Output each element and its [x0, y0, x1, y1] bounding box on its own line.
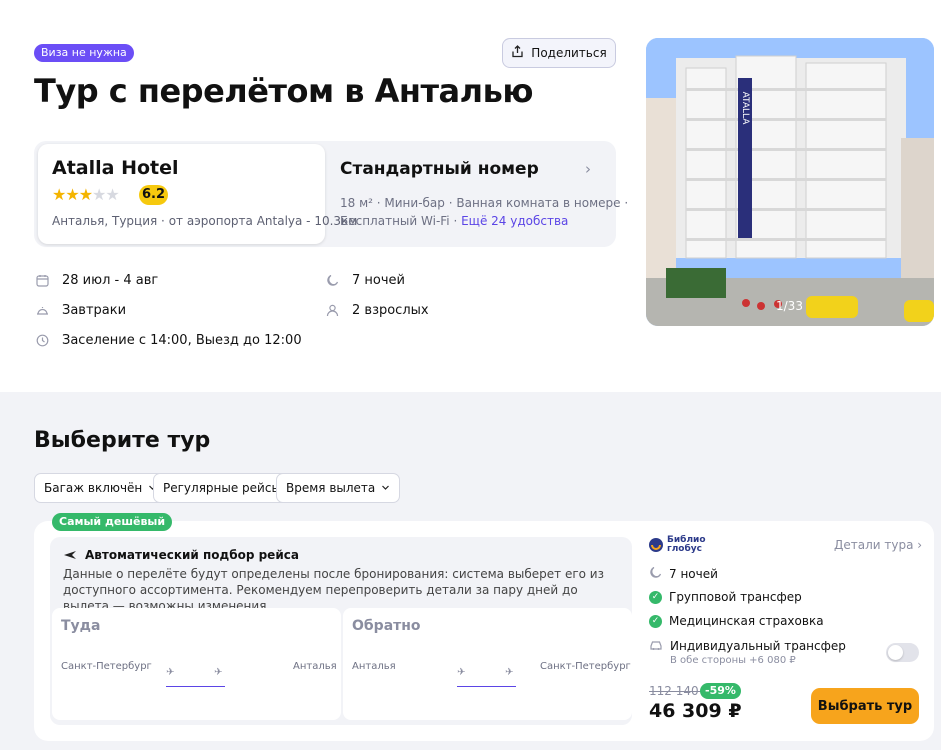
discount-badge: -59%	[700, 683, 741, 699]
leg-back-line	[457, 686, 516, 687]
landing-icon: ✈	[505, 667, 514, 678]
star-icon: ★	[78, 185, 93, 204]
auto-flight-description: Данные о перелёте будут определены после…	[63, 567, 604, 613]
room-amenities-2: Бесплатный Wi-Fi · Ещё 24 удобства	[340, 214, 569, 228]
leg-out-line	[166, 686, 225, 687]
share-label: Поделиться	[531, 46, 607, 60]
operator-name: Библио глобус	[667, 535, 706, 554]
room-amenities: 18 м² · Мини-бар · Ванная комната в номе…	[340, 196, 629, 210]
price: 46 309 ₽	[649, 700, 742, 722]
moon-icon	[324, 272, 340, 288]
person-icon	[324, 302, 340, 318]
more-amenities-link[interactable]: Ещё 24 удобства	[461, 214, 568, 228]
chevron-right-icon[interactable]: ›	[585, 160, 591, 178]
rating-badge: 6.2	[139, 185, 168, 205]
landing-icon: ✈	[214, 667, 223, 678]
leg-out-to: Анталья	[293, 661, 337, 672]
star-icon: ★	[65, 185, 79, 204]
filter-regular-flights[interactable]: Регулярные рейсы	[153, 473, 291, 503]
leg-back-from: Анталья	[352, 661, 396, 672]
hotel-stars: ★★★★★	[52, 185, 120, 204]
check-icon: ✓	[649, 614, 662, 628]
leg-out-from: Санкт-Петербург	[61, 661, 152, 672]
clock-icon	[34, 332, 50, 348]
section-title: Выберите тур	[34, 428, 211, 453]
tour-details-link[interactable]: Детали тура ›	[834, 538, 922, 552]
operator-logo-icon	[648, 537, 664, 557]
photo-counter: 1/33	[776, 299, 803, 313]
individual-transfer-toggle[interactable]	[886, 643, 919, 662]
tour-guests: 2 взрослых	[324, 302, 429, 318]
car-icon	[649, 638, 663, 654]
leg-out-title: Туда	[61, 618, 101, 634]
star-icon: ★	[52, 185, 66, 204]
hotel-photo[interactable]: ATALLA	[646, 38, 934, 326]
page-title: Тур с перелётом в Анталью	[34, 72, 533, 110]
dish-icon	[34, 302, 50, 318]
side-individual-transfer: Индивидуальный трансфер	[649, 638, 846, 654]
calendar-icon	[34, 272, 50, 288]
tour-dates: 28 июл - 4 авг	[34, 272, 158, 288]
hotel-sign-text: ATALLA	[740, 92, 750, 126]
hotel-name[interactable]: Atalla Hotel	[52, 157, 179, 179]
individual-transfer-note: В обе стороны +6 080 ₽	[670, 655, 796, 666]
tour-checkin: Заселение с 14:00, Выезд до 12:00	[34, 332, 302, 348]
check-icon: ✓	[649, 590, 662, 604]
tour-nights: 7 ночей	[324, 272, 405, 288]
side-transfer: ✓ Групповой трансфер	[649, 590, 802, 604]
takeoff-icon: ✈	[457, 667, 466, 678]
room-title[interactable]: Стандартный номер	[340, 159, 539, 179]
toggle-knob	[888, 645, 903, 660]
share-button[interactable]: Поделиться	[502, 38, 616, 68]
chevron-right-icon: ›	[917, 538, 923, 552]
star-icon: ★	[105, 185, 119, 204]
tour-meals: Завтраки	[34, 302, 126, 318]
leg-back-to: Санкт-Петербург	[540, 661, 631, 672]
chevron-down-icon	[381, 481, 390, 495]
star-icon: ★	[92, 185, 106, 204]
auto-flight-title: Автоматический подбор рейса	[85, 548, 299, 562]
side-insurance: ✓ Медицинская страховка	[649, 614, 824, 628]
moon-icon	[649, 566, 662, 582]
cheapest-badge: Самый дешёвый	[52, 513, 173, 531]
visa-badge: Виза не нужна	[34, 44, 134, 62]
filter-departure-time[interactable]: Время вылета	[276, 473, 401, 503]
leg-back-title: Обратно	[352, 618, 421, 634]
takeoff-icon: ✈	[166, 667, 175, 678]
airplane-icon	[63, 547, 77, 566]
side-nights: 7 ночей	[649, 566, 718, 582]
share-icon	[511, 45, 524, 61]
choose-tour-button[interactable]: Выбрать тур	[811, 688, 919, 724]
filter-baggage[interactable]: Багаж включён	[34, 473, 168, 503]
hotel-location: Анталья, Турция · от аэропорта Antalya -…	[52, 214, 358, 228]
